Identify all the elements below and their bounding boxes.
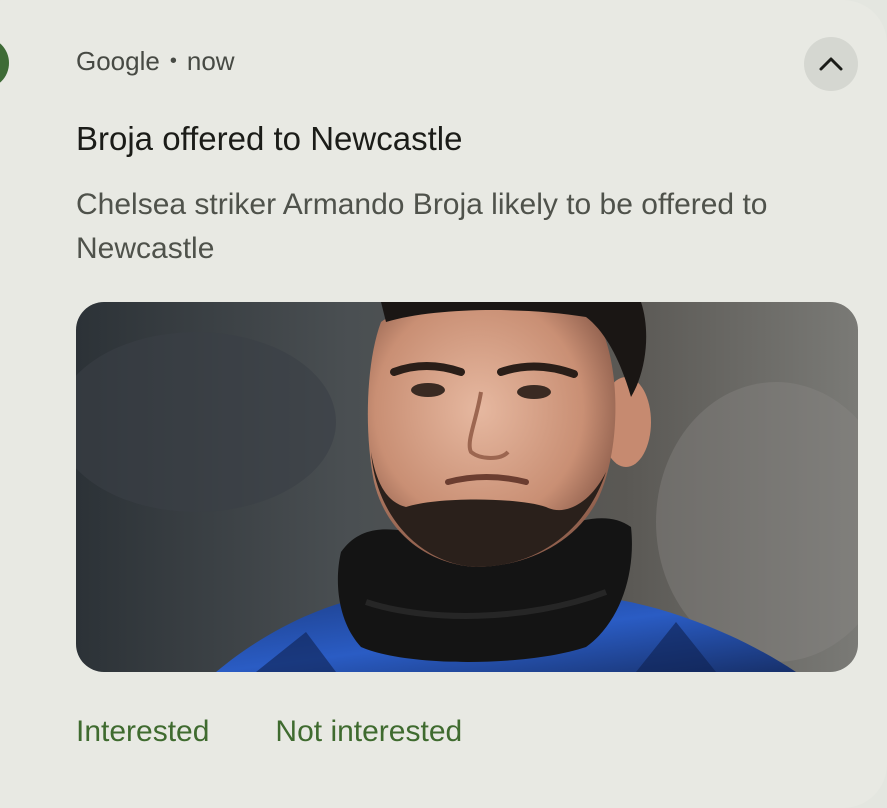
app-name: Google <box>76 46 160 76</box>
notification-header: Google • now <box>76 46 235 77</box>
interested-button[interactable]: Interested <box>76 715 209 749</box>
notification-body: Chelsea striker Armando Broja likely to … <box>76 188 768 265</box>
news-icon <box>0 37 9 89</box>
notification-actions: Interested Not interested <box>76 715 462 749</box>
collapse-button[interactable] <box>804 37 858 91</box>
not-interested-button[interactable]: Not interested <box>275 715 462 749</box>
notification-image[interactable] <box>76 302 858 672</box>
notification-time: now <box>186 46 235 76</box>
chevron-up-icon <box>819 57 843 71</box>
header-separator: • <box>169 50 177 72</box>
notification-title: Broja offered to Newcastle <box>76 120 463 157</box>
